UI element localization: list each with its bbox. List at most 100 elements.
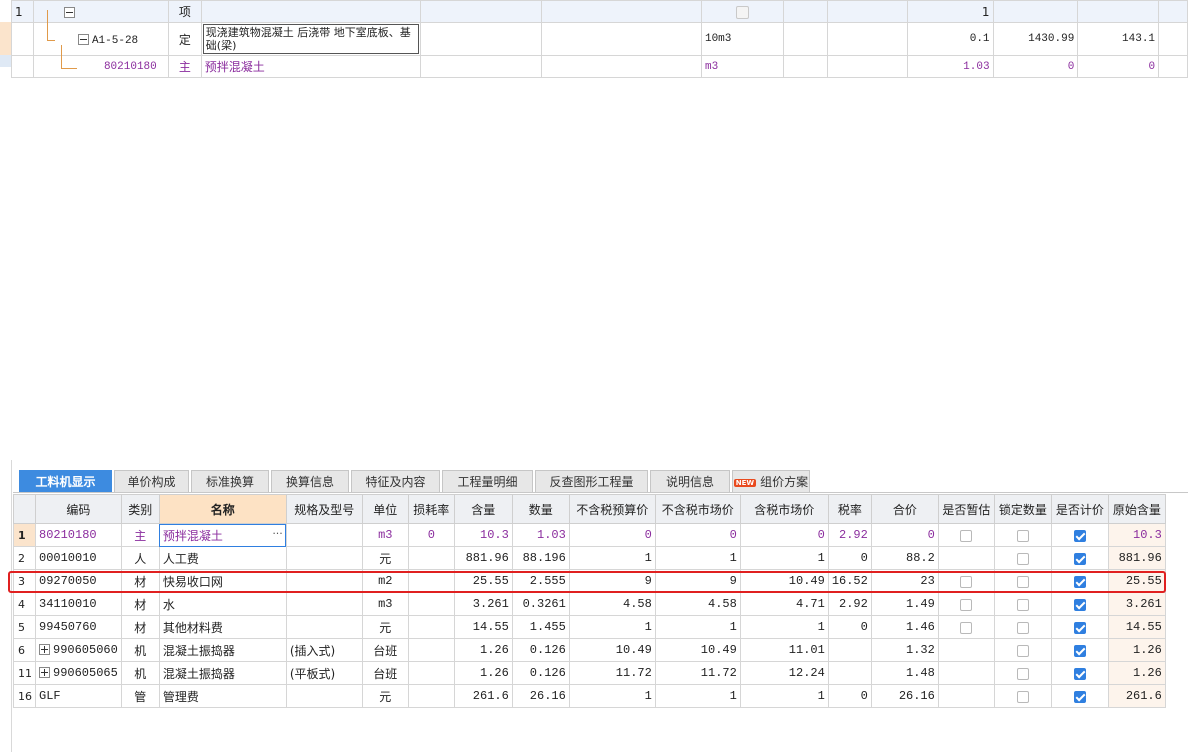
unit-cell[interactable]: m3 [361, 523, 409, 547]
market-price-cell[interactable]: 0 [654, 523, 741, 547]
tax-rate-cell[interactable]: 0 [827, 615, 872, 639]
col-header[interactable]: 不含税市场价 [654, 494, 741, 524]
col-header[interactable]: 规格及型号 [285, 494, 363, 524]
budget-price-cell[interactable]: 1 [568, 615, 656, 639]
type-cell[interactable]: 主 [120, 523, 160, 547]
checkbox-icon[interactable] [960, 529, 973, 542]
col-header[interactable]: 锁定数量 [993, 494, 1052, 524]
expand-icon[interactable] [39, 644, 50, 656]
loss-rate-cell[interactable] [407, 684, 455, 708]
table-row[interactable]: 1 80210180 主预拌混凝土 ··· m3 0 10.3 1.03 0 0 0 2.92 0 10.… [13, 523, 1166, 547]
priced-cell[interactable] [1050, 684, 1109, 708]
quantity-cell[interactable]: 1.455 [511, 615, 570, 639]
lock-cell[interactable] [993, 638, 1052, 662]
estimate-cell[interactable] [937, 684, 995, 708]
name-cell[interactable]: 水 [158, 592, 287, 616]
name-cell[interactable]: 预拌混凝土 ··· [158, 523, 287, 547]
checkbox-checked-icon[interactable] [1073, 529, 1086, 542]
name-cell[interactable]: 快易收口网 [158, 569, 287, 593]
market-price-cell[interactable]: 11.72 [654, 661, 741, 685]
content-cell[interactable]: 14.55 [453, 615, 513, 639]
unit-cell[interactable]: 台班 [361, 638, 409, 662]
col-header[interactable]: 不含税预算价 [568, 494, 656, 524]
tab-features[interactable]: 特征及内容 [351, 470, 440, 492]
budget-price-cell[interactable]: 0 [568, 523, 656, 547]
loss-rate-cell[interactable] [407, 661, 455, 685]
checkbox-icon[interactable] [1016, 644, 1029, 657]
estimate-cell[interactable] [937, 661, 995, 685]
content-cell[interactable]: 25.55 [453, 569, 513, 593]
checkbox-icon[interactable] [1016, 690, 1029, 703]
code-cell[interactable]: 990605065 [35, 661, 122, 685]
unit-cell[interactable]: 元 [361, 684, 409, 708]
budget-price-cell[interactable]: 4.58 [568, 592, 656, 616]
col-header[interactable]: 名称 [158, 494, 287, 524]
loss-rate-cell[interactable] [407, 638, 455, 662]
estimate-cell[interactable] [937, 592, 995, 616]
tax-rate-cell[interactable]: 16.52 [827, 569, 872, 593]
market-price-cell[interactable]: 10.49 [654, 638, 741, 662]
spec-cell[interactable] [285, 569, 363, 593]
tax-market-price-cell[interactable]: 11.01 [739, 638, 829, 662]
code-cell[interactable]: 09270050 [35, 569, 122, 593]
spec-cell[interactable] [285, 615, 363, 639]
quantity-cell[interactable]: 1.03 [511, 523, 570, 547]
checkbox-checked-icon[interactable] [1073, 598, 1086, 611]
estimate-cell[interactable] [937, 569, 995, 593]
spec-cell[interactable] [285, 523, 363, 547]
unit-cell[interactable]: 元 [361, 546, 409, 570]
checkbox-icon[interactable] [1016, 575, 1029, 588]
quantity-cell[interactable]: 26.16 [511, 684, 570, 708]
checkbox-icon[interactable] [1016, 667, 1029, 680]
checkbox-checked-icon[interactable] [1073, 552, 1086, 565]
name-cell[interactable]: 混凝土振捣器 [158, 638, 287, 662]
table-row[interactable]: 4 34110010 材水 m3 3.261 0.3261 4.58 4.58 4.71 2.92… [13, 592, 1166, 616]
unit-cell[interactable]: 元 [361, 615, 409, 639]
tax-market-price-cell[interactable]: 1 [739, 615, 829, 639]
code-cell[interactable]: 34110010 [35, 592, 122, 616]
col-header[interactable]: 损耗率 [407, 494, 455, 524]
name-cell[interactable]: 现浇建筑物混凝土 后浇带 地下室底板、基础(梁) [200, 22, 421, 56]
name-cell[interactable] [200, 0, 421, 23]
tax-rate-cell[interactable]: 2.92 [827, 592, 872, 616]
checkbox-icon[interactable] [1016, 621, 1029, 634]
code-cell[interactable]: GLF [35, 684, 122, 708]
tax-rate-cell[interactable] [827, 661, 872, 685]
quantity-cell[interactable]: 88.196 [511, 546, 570, 570]
top-row-3[interactable]: 80210180 主 预拌混凝土 m3 1.03 0 0 [11, 55, 1188, 78]
code-cell[interactable]: 80210180 [32, 55, 169, 78]
expand-icon[interactable] [39, 667, 50, 679]
code-cell[interactable]: 80210180 [35, 523, 122, 547]
priced-cell[interactable] [1050, 546, 1109, 570]
tax-rate-cell[interactable]: 0 [827, 546, 872, 570]
content-cell[interactable]: 881.96 [453, 546, 513, 570]
name-cell[interactable]: 人工费 [158, 546, 287, 570]
loss-rate-cell[interactable] [407, 615, 455, 639]
top-row-1[interactable]: 1 项 1 [11, 0, 1188, 23]
col-header[interactable]: 单位 [361, 494, 409, 524]
quantity-cell[interactable]: 2.555 [511, 569, 570, 593]
checkbox-icon[interactable] [1016, 598, 1029, 611]
lock-cell[interactable] [993, 661, 1052, 685]
top-row-2[interactable]: A1-5-28 定 现浇建筑物混凝土 后浇带 地下室底板、基础(梁) 10m3 … [11, 22, 1188, 56]
market-price-cell[interactable]: 1 [654, 615, 741, 639]
col-header[interactable]: 税率 [827, 494, 872, 524]
quantity-cell[interactable]: 0.126 [511, 661, 570, 685]
col-header[interactable]: 是否计价 [1050, 494, 1109, 524]
lock-cell[interactable] [993, 615, 1052, 639]
table-row[interactable]: 16 GLF 管管理费 元 261.6 26.16 1 1 1 0 26.16 261.6 [13, 684, 1166, 708]
type-cell[interactable]: 材 [120, 592, 160, 616]
loss-rate-cell[interactable] [407, 546, 455, 570]
content-cell[interactable]: 261.6 [453, 684, 513, 708]
tax-market-price-cell[interactable]: 12.24 [739, 661, 829, 685]
tax-rate-cell[interactable] [827, 638, 872, 662]
tab-graphic-quantity[interactable]: 反查图形工程量 [535, 470, 648, 492]
loss-rate-cell[interactable] [407, 592, 455, 616]
priced-cell[interactable] [1050, 523, 1109, 547]
type-cell[interactable]: 人 [120, 546, 160, 570]
lock-cell[interactable] [993, 569, 1052, 593]
name-cell[interactable]: 预拌混凝土 [200, 55, 421, 78]
code-cell[interactable]: 990605060 [35, 638, 122, 662]
checkbox-checked-icon[interactable] [1073, 667, 1086, 680]
budget-price-cell[interactable]: 11.72 [568, 661, 656, 685]
